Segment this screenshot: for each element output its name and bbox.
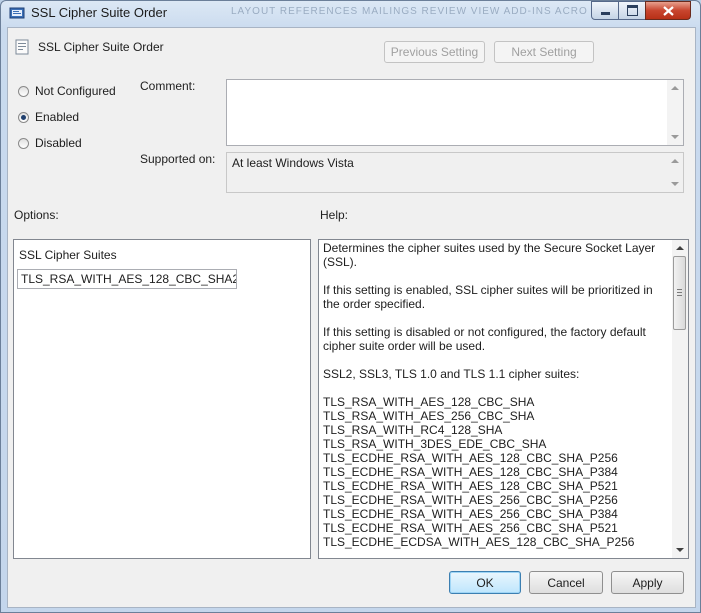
list-item: TLS_ECDHE_RSA_WITH_AES_128_CBC_SHA_P384	[323, 465, 618, 479]
radio-not-configured[interactable]: Not Configured	[18, 84, 116, 98]
ok-button[interactable]: OK	[449, 571, 521, 594]
help-paragraph: SSL2, SSL3, TLS 1.0 and TLS 1.1 cipher s…	[323, 367, 580, 381]
previous-setting-button[interactable]: Previous Setting	[384, 41, 485, 63]
policy-window-icon	[9, 7, 25, 19]
scrollbar-thumb[interactable]	[673, 256, 686, 330]
radio-button[interactable]	[18, 111, 29, 123]
cancel-button[interactable]: Cancel	[529, 571, 603, 594]
list-item: TLS_ECDHE_RSA_WITH_AES_256_CBC_SHA_P521	[323, 521, 618, 535]
scroll-up-icon[interactable]	[671, 86, 679, 90]
options-label: Options:	[14, 208, 59, 222]
minimize-icon	[600, 12, 610, 15]
supported-on-label: Supported on:	[140, 152, 216, 166]
help-scrollbar[interactable]	[672, 240, 688, 558]
close-button[interactable]	[645, 1, 691, 20]
grip-line	[677, 292, 682, 293]
scroll-up-icon[interactable]	[676, 246, 684, 250]
supported-scrollbar[interactable]	[667, 153, 683, 192]
cipher-suites-label: SSL Cipher Suites	[19, 248, 117, 262]
maximize-button[interactable]	[618, 1, 646, 20]
help-label: Help:	[320, 208, 349, 222]
comment-textarea[interactable]	[226, 79, 684, 146]
cipher-suite-list: TLS_RSA_WITH_AES_128_CBC_SHA TLS_RSA_WIT…	[323, 395, 670, 549]
list-item: TLS_ECDHE_RSA_WITH_AES_256_CBC_SHA_P384	[323, 507, 618, 521]
radio-button[interactable]	[18, 85, 29, 97]
help-paragraph: If this setting is enabled, SSL cipher s…	[323, 283, 653, 311]
help-text: Determines the cipher suites used by the…	[323, 241, 670, 549]
apply-button[interactable]: Apply	[611, 571, 684, 594]
background-ribbon-text: LAYOUT REFERENCES MAILINGS REVIEW VIEW A…	[231, 6, 588, 17]
list-item: TLS_ECDHE_RSA_WITH_AES_128_CBC_SHA_P256	[323, 451, 618, 465]
list-item: TLS_ECDHE_RSA_WITH_AES_128_CBC_SHA_P521	[323, 479, 618, 493]
help-panel: Determines the cipher suites used by the…	[318, 239, 689, 559]
title-bar[interactable]: SSL Cipher Suite Order LAYOUT REFERENCES…	[1, 1, 700, 25]
close-icon	[662, 5, 674, 16]
radio-button[interactable]	[18, 137, 29, 149]
maximize-icon	[626, 5, 638, 16]
scroll-up-icon[interactable]	[671, 159, 679, 163]
scroll-down-icon[interactable]	[671, 135, 679, 139]
grip-line	[677, 295, 682, 296]
list-item: TLS_RSA_WITH_AES_128_CBC_SHA	[323, 395, 535, 409]
radio-label: Enabled	[35, 110, 80, 124]
supported-on-value: At least Windows Vista	[232, 156, 354, 170]
list-item: TLS_RSA_WITH_AES_256_CBC_SHA	[323, 409, 535, 423]
list-item: TLS_RSA_WITH_RC4_128_SHA	[323, 423, 503, 437]
supported-on-field: At least Windows Vista	[226, 152, 684, 193]
radio-enabled[interactable]: Enabled	[18, 110, 79, 124]
comment-scrollbar[interactable]	[667, 80, 683, 145]
list-item: TLS_ECDHE_ECDSA_WITH_AES_128_CBC_SHA_P25…	[323, 535, 635, 549]
scroll-down-icon[interactable]	[676, 548, 684, 552]
radio-label: Not Configured	[35, 84, 116, 98]
radio-disabled[interactable]: Disabled	[18, 136, 82, 150]
dialog-client-area: SSL Cipher Suite Order Previous Setting …	[7, 27, 696, 608]
next-setting-button[interactable]: Next Setting	[494, 41, 594, 63]
options-panel: SSL Cipher Suites TLS_RSA_WITH_AES_128_C…	[13, 239, 311, 559]
list-item: TLS_RSA_WITH_3DES_EDE_CBC_SHA	[323, 437, 547, 451]
cipher-suites-value: TLS_RSA_WITH_AES_128_CBC_SHA256,TI	[21, 272, 237, 286]
list-item: TLS_ECDHE_RSA_WITH_AES_256_CBC_SHA_P256	[323, 493, 618, 507]
grip-line	[677, 289, 682, 290]
dialog-window: SSL Cipher Suite Order LAYOUT REFERENCES…	[0, 0, 701, 613]
help-paragraph: Determines the cipher suites used by the…	[323, 241, 656, 269]
minimize-button[interactable]	[591, 1, 619, 20]
policy-setting-icon	[15, 39, 29, 55]
cipher-suites-input[interactable]: TLS_RSA_WITH_AES_128_CBC_SHA256,TI	[17, 269, 237, 289]
window-title: SSL Cipher Suite Order	[31, 5, 168, 20]
setting-title: SSL Cipher Suite Order	[38, 40, 164, 54]
comment-label: Comment:	[140, 79, 196, 93]
radio-label: Disabled	[35, 136, 82, 150]
help-paragraph: If this setting is disabled or not confi…	[323, 325, 646, 353]
scroll-down-icon[interactable]	[671, 182, 679, 186]
